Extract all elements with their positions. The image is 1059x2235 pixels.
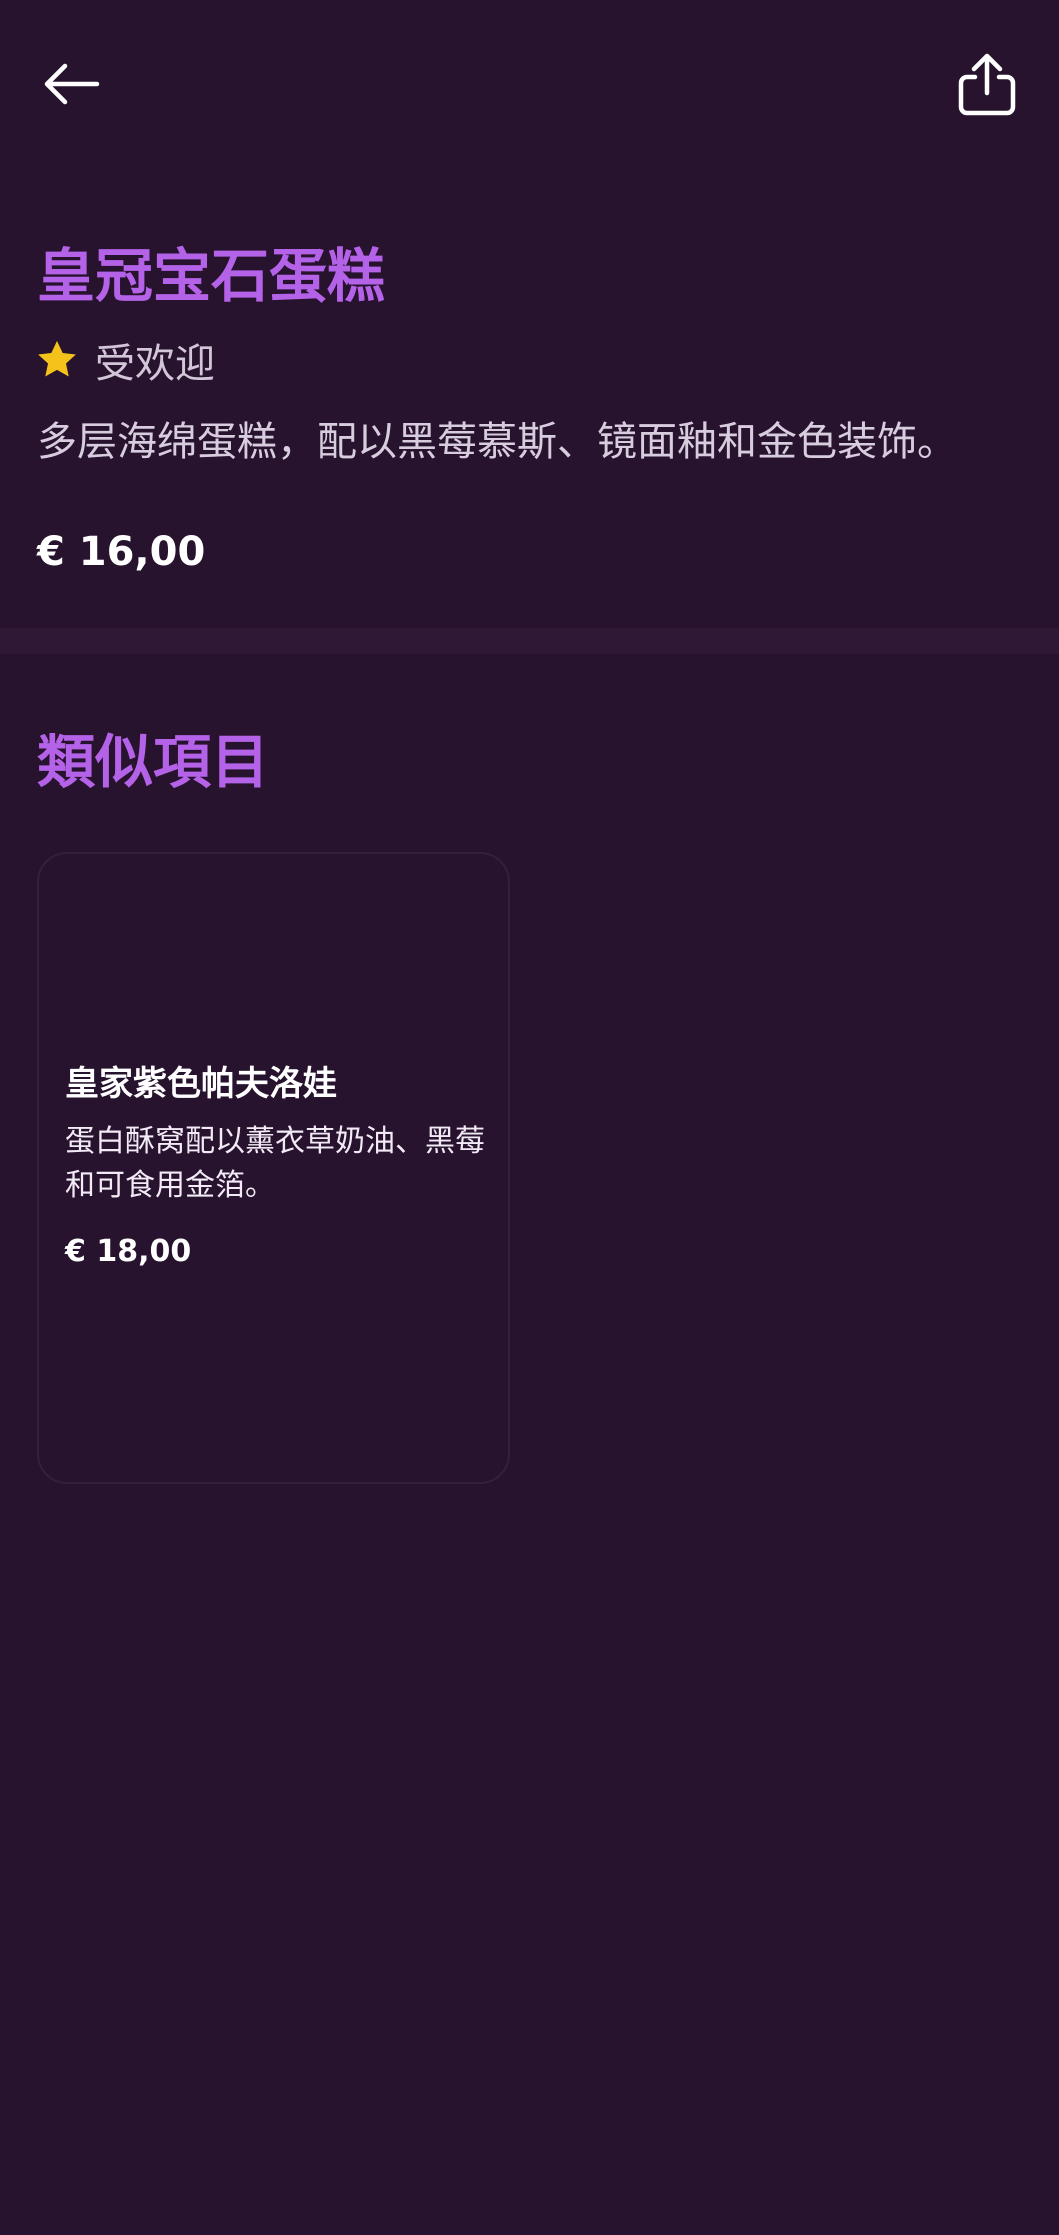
arrow-left-icon (44, 63, 100, 105)
similar-item-card[interactable]: 皇家紫色帕夫洛娃 蛋白酥窝配以薰衣草奶油、黑莓和可食用金箔。 € 18,00 (37, 852, 510, 1484)
similar-item-title: 皇家紫色帕夫洛娃 (65, 1064, 337, 1104)
product-title: 皇冠宝石蛋糕 (37, 242, 386, 310)
similar-item-description: 蛋白酥窝配以薰衣草奶油、黑莓和可食用金箔。 (65, 1124, 485, 1203)
top-bar (0, 0, 1059, 170)
popular-badge: 受欢迎 (35, 332, 215, 388)
share-button[interactable] (944, 40, 1030, 130)
back-button[interactable] (28, 44, 114, 124)
similar-items-title: 類似項目 (37, 728, 270, 796)
star-icon (38, 340, 76, 377)
share-icon (958, 53, 1016, 116)
popular-label: 受欢迎 (95, 341, 215, 387)
similar-item-price: € 18,00 (65, 1234, 192, 1269)
section-divider (0, 628, 1059, 654)
product-price: € 16,00 (37, 529, 206, 575)
product-description: 多层海绵蛋糕，配以黑莓慕斯、镜面釉和金色装饰。 (37, 419, 957, 465)
